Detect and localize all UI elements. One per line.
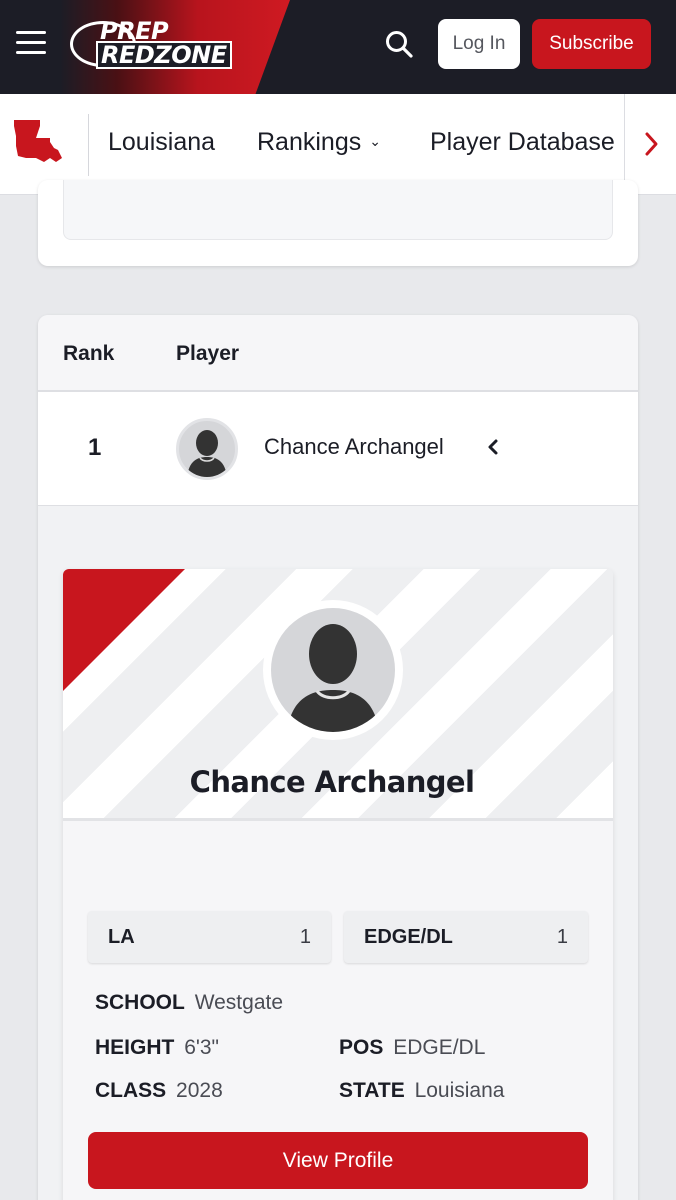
nav-item-player-database[interactable]: Player Database [430,128,615,157]
row-rank: 1 [88,434,102,461]
school-label: SCHOOL [95,991,185,1014]
height-label: HEIGHT [95,1036,175,1059]
position-rank-label: EDGE/DL [364,926,453,948]
state-label: STATE [339,1079,405,1102]
previous-card [38,180,638,266]
table-header: Rank Player [38,315,638,392]
menu-icon[interactable] [16,31,46,55]
pos-value: EDGE/DL [393,1036,486,1059]
login-button[interactable]: Log In [438,19,520,69]
class-field: CLASS 2028 [95,1079,223,1103]
player-silhouette-icon [287,624,379,732]
position-rank-badge: EDGE/DL 1 [344,911,588,963]
louisiana-state-icon[interactable] [12,118,64,164]
height-value: 6'3" [184,1036,220,1059]
row-player-name[interactable]: Chance Archangel [264,434,444,460]
class-label: CLASS [95,1079,167,1102]
state-rank-value: 1 [299,926,311,948]
state-field: STATE Louisiana [339,1079,504,1103]
chevron-left-icon[interactable] [482,432,504,462]
nav-item-rankings[interactable]: Rankings ⌄ [257,128,381,157]
search-icon[interactable] [384,29,414,59]
avatar [176,418,238,480]
rankings-card: Rank Player 1 Chance Archangel Chance Ar… [38,315,638,1200]
banner-red-corner [63,569,185,691]
state-rank-badge: LA 1 [88,911,331,963]
nav-item-louisiana[interactable]: Louisiana [108,128,215,157]
subscribe-button[interactable]: Subscribe [532,19,651,69]
top-header: PREP REDZONE Log In Subscribe [0,0,676,94]
class-value: 2028 [176,1079,223,1102]
avatar-circle [271,608,395,732]
logo-text-redzone: REDZONE [96,41,232,69]
player-card-banner: Chance Archangel [63,569,613,821]
prep-redzone-logo[interactable]: PREP REDZONE [70,17,232,71]
nav-divider [88,114,89,176]
view-profile-button[interactable]: View Profile [88,1132,588,1189]
avatar [263,600,403,740]
state-rank-label: LA [108,926,135,948]
position-field: POS EDGE/DL [339,1036,485,1060]
chevron-down-icon: ⌄ [369,133,381,149]
player-card: Chance Archangel LA 1 EDGE/DL 1 SCHOOL W… [63,569,613,1200]
column-header-player: Player [176,342,240,365]
column-header-rank: Rank [63,342,115,365]
player-silhouette-icon [187,430,227,477]
table-row[interactable]: 1 Chance Archangel [38,392,638,506]
height-field: HEIGHT 6'3" [95,1036,219,1060]
position-rank-value: 1 [556,926,568,948]
previous-card-inner [63,180,613,240]
pos-label: POS [339,1036,384,1059]
chevron-right-icon [645,132,658,156]
state-value: Louisiana [414,1079,505,1102]
school-value: Westgate [194,991,284,1014]
player-name: Chance Archangel [189,765,475,799]
nav-item-rankings-label: Rankings [257,128,362,156]
school-field: SCHOOL Westgate [95,991,283,1015]
